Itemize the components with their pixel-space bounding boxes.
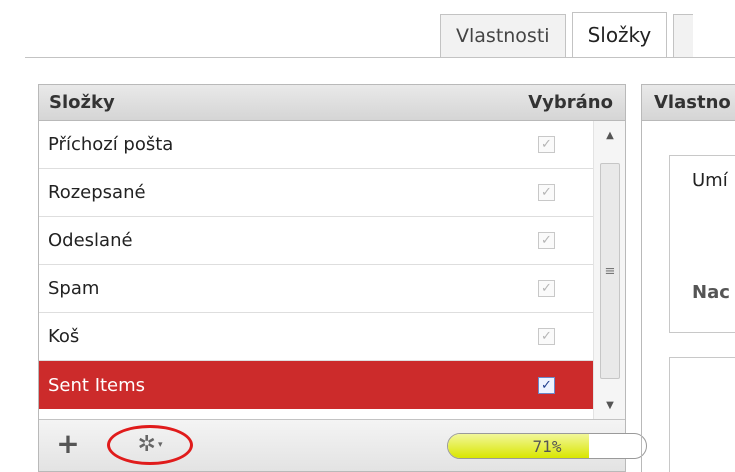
add-folder-button[interactable]: +: [53, 430, 83, 460]
tab-properties[interactable]: Vlastnosti: [440, 14, 566, 58]
properties-label-2: Nac: [692, 282, 730, 303]
selected-column-header[interactable]: Vybráno: [528, 92, 613, 113]
folder-row-drafts[interactable]: Rozepsané ✓: [39, 169, 593, 217]
folder-checkbox[interactable]: ✓: [538, 136, 555, 153]
folder-label: Sent Items: [48, 374, 146, 396]
folder-checkbox[interactable]: ✓: [538, 184, 555, 201]
scroll-thumb[interactable]: ≡: [600, 163, 620, 379]
folder-checkbox[interactable]: ✓: [538, 280, 555, 297]
folder-list-scrollbar[interactable]: ▲ ≡ ▼: [593, 121, 625, 419]
folder-label: Spam: [48, 278, 100, 299]
scroll-grip-icon: ≡: [604, 263, 616, 279]
folder-label: Příchozí pošta: [48, 134, 174, 155]
folders-column-header[interactable]: Složky: [49, 92, 115, 113]
folders-header: Složky Vybráno: [39, 85, 625, 121]
folder-label: Koš: [48, 326, 80, 347]
properties-label-1: Umí: [692, 170, 728, 191]
properties-panel: Vlastno Umí Nac: [641, 84, 735, 472]
folder-row-trash[interactable]: Koš ✓: [39, 313, 593, 361]
folder-label: Rozepsané: [48, 182, 146, 203]
folder-checkbox[interactable]: ✓: [538, 376, 555, 394]
scroll-up-arrow-icon[interactable]: ▲: [594, 121, 626, 149]
chevron-down-icon: ▾: [157, 439, 163, 450]
tab-divider: [25, 57, 735, 58]
folders-panel: Složky Vybráno Příchozí pošta ✓ Rozepsan…: [38, 84, 647, 472]
folder-row-spam[interactable]: Spam ✓: [39, 265, 593, 313]
folder-list: Příchozí pošta ✓ Rozepsané ✓ Odeslané ✓ …: [39, 121, 593, 409]
tab-next-partial[interactable]: [673, 14, 694, 58]
scroll-down-arrow-icon[interactable]: ▼: [594, 391, 626, 419]
folder-row-inbox[interactable]: Příchozí pošta ✓: [39, 121, 593, 169]
folders-footer: + ✲ ▾ 71%: [39, 419, 647, 471]
folder-list-area: Příchozí pošta ✓ Rozepsané ✓ Odeslané ✓ …: [39, 121, 625, 419]
folder-checkbox[interactable]: ✓: [538, 232, 555, 249]
gear-menu-button[interactable]: ✲ ▾: [138, 434, 163, 456]
gear-menu-highlight[interactable]: ✲ ▾: [107, 425, 193, 465]
tab-bar: Vlastnosti Složky: [440, 12, 694, 58]
properties-box-2: [669, 357, 735, 472]
properties-box: Umí Nac: [669, 155, 735, 333]
quota-progress-bar: 71%: [447, 433, 647, 459]
folder-checkbox[interactable]: ✓: [538, 328, 555, 345]
app-root: Vlastnosti Složky Složky Vybráno Příchoz…: [0, 0, 735, 472]
folder-row-sent[interactable]: Odeslané ✓: [39, 217, 593, 265]
folder-label: Odeslané: [48, 230, 133, 251]
folder-row-sent-items[interactable]: Sent Items ✓: [39, 361, 593, 409]
quota-percent-label: 71%: [532, 436, 562, 456]
properties-header: Vlastno: [642, 85, 735, 121]
tab-folders[interactable]: Složky: [571, 12, 668, 58]
gear-icon: ✲: [137, 432, 156, 457]
